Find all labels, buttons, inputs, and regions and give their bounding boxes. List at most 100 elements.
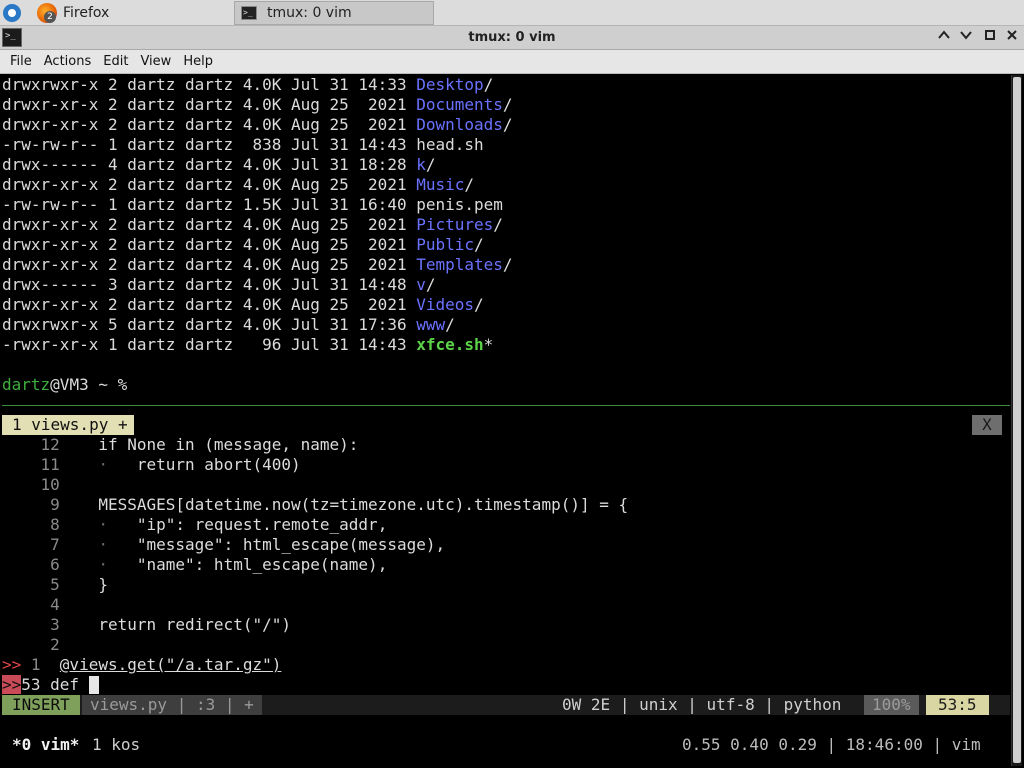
firefox-window-count-badge: 2 bbox=[44, 11, 56, 23]
listing-suffix: / bbox=[493, 215, 503, 234]
listing-row: drwxrwxr-x 2 dartz dartz 4.0K Jul 31 14:… bbox=[2, 75, 493, 95]
listing-meta: drwxr-xr-x 2 dartz dartz 4.0K Aug 25 202… bbox=[2, 235, 417, 254]
menu-actions[interactable]: Actions bbox=[38, 50, 98, 73]
listing-row: drwxr-xr-x 2 dartz dartz 4.0K Aug 25 202… bbox=[2, 295, 484, 315]
error-sign-marker: >> bbox=[2, 655, 22, 674]
menu-bar: File Actions Edit View Help bbox=[0, 50, 1024, 74]
listing-suffix: / bbox=[445, 315, 455, 334]
code-line: 5 } bbox=[2, 575, 108, 595]
window-title: tmux: 0 vim bbox=[468, 30, 556, 45]
window-menu-button[interactable] bbox=[934, 28, 954, 48]
code-line: 3 return redirect("/") bbox=[2, 615, 291, 635]
line-code: if None in (message, name): bbox=[59, 435, 359, 454]
status-modified-flag: + bbox=[244, 695, 254, 714]
code-line: 9 MESSAGES[datetime.now(tz=timezone.utc)… bbox=[2, 495, 628, 515]
close-button[interactable] bbox=[1002, 28, 1022, 48]
taskbar-terminal-button[interactable]: >_ tmux: 0 vim bbox=[234, 1, 434, 25]
menu-view[interactable]: View bbox=[134, 50, 177, 73]
chevron-down-icon bbox=[960, 31, 972, 40]
listing-meta: drwx------ 4 dartz dartz 4.0K Jul 31 18:… bbox=[2, 155, 417, 174]
prompt-host-path: @VM3 ~ % bbox=[50, 375, 128, 394]
menu-edit[interactable]: Edit bbox=[97, 50, 134, 73]
listing-meta: drwxrwxr-x 2 dartz dartz 4.0K Jul 31 14:… bbox=[2, 75, 417, 94]
window-titlebar[interactable]: >_ tmux: 0 vim bbox=[0, 26, 1024, 50]
status-separator: | bbox=[619, 695, 630, 714]
tmux-separator: | bbox=[932, 735, 943, 754]
code-line-sign: >> 1 @views.get("/a.tar.gz") bbox=[2, 655, 281, 675]
tmux-status-bar: *0 vim* 1 kos 0.55 0.40 0.29 | 18:46:00 … bbox=[2, 735, 1010, 755]
listing-filename: www bbox=[416, 315, 446, 334]
tmux-window-other[interactable]: 1 kos bbox=[92, 735, 140, 755]
listing-filename: penis.pem bbox=[416, 195, 503, 214]
listing-row: drwxr-xr-x 2 dartz dartz 4.0K Aug 25 202… bbox=[2, 115, 513, 135]
code-line: 11 · return abort(400) bbox=[2, 455, 301, 475]
listing-row: drwxr-xr-x 2 dartz dartz 4.0K Aug 25 202… bbox=[2, 95, 513, 115]
minimize-button[interactable] bbox=[956, 28, 976, 48]
listing-filename: Public bbox=[416, 235, 475, 254]
line-code: @views.get("/a.tar.gz") bbox=[59, 655, 282, 674]
listing-meta: drwxr-xr-x 2 dartz dartz 4.0K Aug 25 202… bbox=[2, 215, 417, 234]
error-sign-marker-current: >> bbox=[2, 675, 22, 694]
taskbar-firefox-button[interactable]: 2 Firefox bbox=[34, 1, 230, 25]
line-number: 11 bbox=[40, 455, 60, 474]
listing-meta: drwxrwxr-x 5 dartz dartz 4.0K Jul 31 17:… bbox=[2, 315, 417, 334]
listing-filename: Templates bbox=[416, 255, 503, 274]
status-diagnostics: 0W 2E bbox=[562, 695, 611, 714]
tmux-pane-separator[interactable] bbox=[2, 405, 1010, 406]
status-separator: | bbox=[224, 695, 235, 714]
listing-filename: head.sh bbox=[416, 135, 484, 154]
listing-suffix: / bbox=[502, 115, 513, 134]
vim-tabline: 1 views.py + X bbox=[2, 415, 1010, 435]
line-code: · "name": html_escape(name), bbox=[98, 555, 388, 574]
line-number: 4 bbox=[40, 595, 60, 614]
vim-status-file-info: views.py | :3 | + bbox=[82, 695, 262, 715]
status-encoding: utf-8 bbox=[706, 695, 755, 714]
line-code: · "ip": request.remote_addr, bbox=[98, 515, 388, 534]
line-number: 1 bbox=[21, 655, 41, 674]
tmux-clock: 18:46:00 bbox=[845, 735, 923, 754]
listing-filename: Downloads bbox=[416, 115, 503, 134]
start-menu-icon[interactable] bbox=[3, 4, 21, 22]
listing-suffix: / bbox=[474, 235, 484, 254]
listing-filename: Music bbox=[416, 175, 465, 194]
status-percent: 100% bbox=[864, 695, 919, 715]
vim-statusline: INSERT views.py | :3 | + 0W 2E | unix | … bbox=[2, 695, 1010, 715]
status-cursor-position: 53:5 bbox=[926, 695, 989, 715]
current-line-code: def bbox=[40, 675, 89, 694]
line-number: 12 bbox=[40, 435, 60, 454]
listing-filename: Desktop bbox=[416, 75, 484, 94]
line-number: 3 bbox=[40, 615, 60, 634]
scrollbar-thumb[interactable] bbox=[1013, 77, 1021, 763]
line-code: MESSAGES[datetime.now(tz=timezone.utc).t… bbox=[59, 495, 629, 514]
line-code: return redirect("/") bbox=[59, 615, 291, 634]
status-separator: | bbox=[176, 695, 187, 714]
shell-prompt: dartz@VM3 ~ % bbox=[2, 375, 127, 395]
line-code: · "message": html_escape(message), bbox=[98, 535, 446, 554]
firefox-icon: 2 bbox=[37, 3, 57, 23]
maximize-button[interactable] bbox=[980, 28, 1000, 48]
listing-row: drwxr-xr-x 2 dartz dartz 4.0K Aug 25 202… bbox=[2, 215, 503, 235]
listing-row: -rw-rw-r-- 1 dartz dartz 1.5K Jul 31 16:… bbox=[2, 195, 503, 215]
listing-suffix: / bbox=[483, 75, 494, 94]
terminal-area[interactable]: drwxrwxr-x 2 dartz dartz 4.0K Jul 31 14:… bbox=[2, 75, 1022, 766]
listing-meta: -rwxr-xr-x 1 dartz dartz 96 Jul 31 14:43 bbox=[2, 335, 417, 354]
listing-suffix: / bbox=[464, 175, 475, 194]
terminal-scrollbar[interactable] bbox=[1011, 75, 1022, 766]
listing-meta: drwxr-xr-x 2 dartz dartz 4.0K Aug 25 202… bbox=[2, 295, 417, 314]
status-separator: | bbox=[764, 695, 774, 714]
listing-filename: Videos bbox=[416, 295, 475, 314]
current-line-number: 53 bbox=[21, 675, 41, 694]
listing-meta: drwxr-xr-x 2 dartz dartz 4.0K Aug 25 202… bbox=[2, 175, 417, 194]
listing-row: -rw-rw-r-- 1 dartz dartz 838 Jul 31 14:4… bbox=[2, 135, 484, 155]
tmux-window-active[interactable]: *0 vim* bbox=[12, 735, 79, 755]
code-line: 7 · "message": html_escape(message), bbox=[2, 535, 445, 555]
vim-status-fileinfo-right: 0W 2E | unix | utf-8 | python bbox=[562, 695, 841, 715]
listing-filename: k bbox=[416, 155, 426, 174]
vim-tab-views-py[interactable]: 1 views.py + bbox=[2, 415, 134, 435]
vim-tab-close-button[interactable]: X bbox=[972, 415, 1002, 435]
taskbar-firefox-label: Firefox bbox=[63, 5, 110, 21]
taskbar-terminal-label: tmux: 0 vim bbox=[267, 5, 352, 21]
line-number: 6 bbox=[40, 555, 60, 574]
menu-help[interactable]: Help bbox=[177, 50, 219, 73]
menu-file[interactable]: File bbox=[4, 50, 38, 73]
